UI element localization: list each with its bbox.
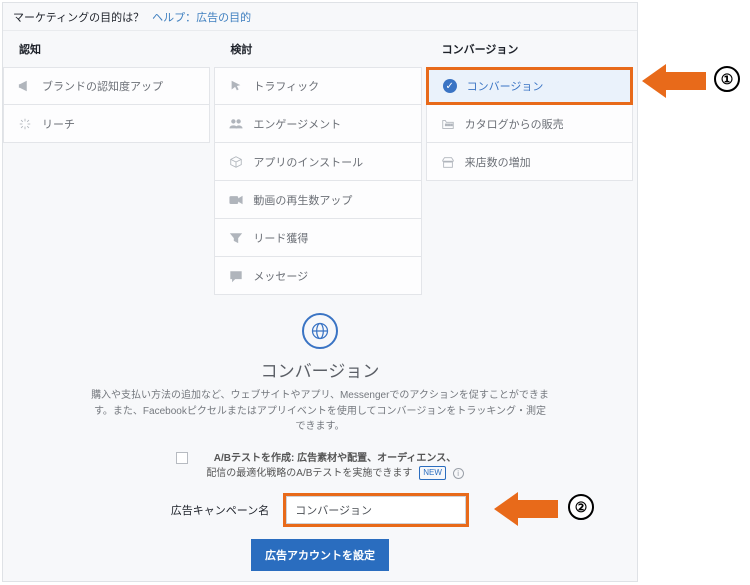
objective-label: アプリのインストール bbox=[253, 154, 363, 170]
campaign-name-highlight bbox=[283, 493, 469, 527]
column-awareness: 認知 ブランドの認知度アップ リーチ bbox=[3, 31, 214, 295]
help-link[interactable]: ヘルプ：広告の目的 bbox=[152, 9, 251, 25]
reach-icon bbox=[18, 117, 32, 131]
callout-number-2: ② bbox=[568, 494, 594, 520]
objective-engagement[interactable]: エンゲージメント bbox=[214, 105, 421, 143]
megaphone-icon bbox=[18, 79, 32, 93]
objective-label: トラフィック bbox=[253, 78, 319, 94]
objective-app-installs[interactable]: アプリのインストール bbox=[214, 143, 421, 181]
objective-label: メッセージ bbox=[253, 268, 308, 284]
objective-description: 購入や支払い方法の追加など、ウェブサイトやアプリ、Messengerでのアクショ… bbox=[90, 388, 550, 435]
abtest-text: A/Bテストを作成: 広告素材や配置、オーディエンス、 配信の最適化戦略のA/B… bbox=[206, 451, 463, 481]
cursor-icon bbox=[229, 79, 243, 93]
check-icon: ✓ bbox=[443, 79, 457, 93]
store-icon bbox=[441, 155, 455, 169]
column-consideration-title: 検討 bbox=[214, 31, 425, 67]
objective-columns: 認知 ブランドの認知度アップ リーチ 検討 トラフィック bbox=[3, 31, 637, 295]
objective-label: カタログからの販売 bbox=[465, 116, 564, 132]
funnel-icon bbox=[229, 231, 243, 245]
video-icon bbox=[229, 193, 243, 207]
objective-label: ブランドの認知度アップ bbox=[42, 78, 163, 94]
globe-icon bbox=[302, 313, 338, 349]
objective-label: リード獲得 bbox=[253, 230, 308, 246]
objective-label: エンゲージメント bbox=[253, 116, 341, 132]
objective-reach[interactable]: リーチ bbox=[3, 105, 210, 143]
campaign-name-label: 広告キャンペーン名 bbox=[171, 502, 269, 518]
catalog-icon bbox=[441, 117, 455, 131]
objective-brand-awareness[interactable]: ブランドの認知度アップ bbox=[3, 67, 210, 105]
abtest-row: A/Bテストを作成: 広告素材や配置、オーディエンス、 配信の最適化戦略のA/B… bbox=[33, 451, 607, 481]
objective-conversions[interactable]: ✓ コンバージョン bbox=[426, 67, 633, 105]
info-icon[interactable]: i bbox=[453, 468, 464, 479]
panel-header: マーケティングの目的は？ ヘルプ：広告の目的 bbox=[3, 3, 637, 31]
abtest-checkbox[interactable] bbox=[176, 452, 188, 464]
chat-icon bbox=[229, 269, 243, 283]
setup-ad-account-button[interactable]: 広告アカウントを設定 bbox=[251, 539, 389, 571]
callout-number-1: ① bbox=[714, 66, 740, 92]
column-consideration: 検討 トラフィック エンゲージメント アプリのインストール 動画の再生数アップ bbox=[214, 31, 425, 295]
column-conversion-title: コンバージョン bbox=[426, 31, 637, 67]
column-conversion: コンバージョン ✓ コンバージョン カタログからの販売 来店数の増加 bbox=[426, 31, 637, 295]
header-title: マーケティングの目的は？ bbox=[13, 9, 144, 25]
callout-arrow-1 bbox=[642, 58, 706, 104]
callout-arrow-2 bbox=[494, 486, 558, 532]
objective-catalog-sales[interactable]: カタログからの販売 bbox=[426, 105, 633, 143]
objective-video-views[interactable]: 動画の再生数アップ bbox=[214, 181, 421, 219]
people-icon bbox=[229, 117, 243, 131]
column-awareness-title: 認知 bbox=[3, 31, 214, 67]
box-icon bbox=[229, 155, 243, 169]
abtest-line1: A/Bテストを作成: 広告素材や配置、オーディエンス、 bbox=[214, 453, 456, 464]
objective-lead-gen[interactable]: リード獲得 bbox=[214, 219, 421, 257]
objective-detail: コンバージョン 購入や支払い方法の追加など、ウェブサイトやアプリ、Messeng… bbox=[3, 295, 637, 581]
objective-store-visits[interactable]: 来店数の増加 bbox=[426, 143, 633, 181]
objective-label: リーチ bbox=[42, 116, 75, 132]
objective-messages[interactable]: メッセージ bbox=[214, 257, 421, 295]
abtest-line2: 配信の最適化戦略のA/Bテストを実施できます bbox=[206, 468, 412, 479]
objective-label: 来店数の増加 bbox=[465, 154, 531, 170]
objective-label: 動画の再生数アップ bbox=[253, 192, 352, 208]
objective-label: コンバージョン bbox=[467, 78, 544, 94]
campaign-name-input[interactable] bbox=[286, 496, 466, 524]
objective-title: コンバージョン bbox=[33, 357, 607, 382]
new-badge: NEW bbox=[419, 466, 446, 480]
objective-traffic[interactable]: トラフィック bbox=[214, 67, 421, 105]
